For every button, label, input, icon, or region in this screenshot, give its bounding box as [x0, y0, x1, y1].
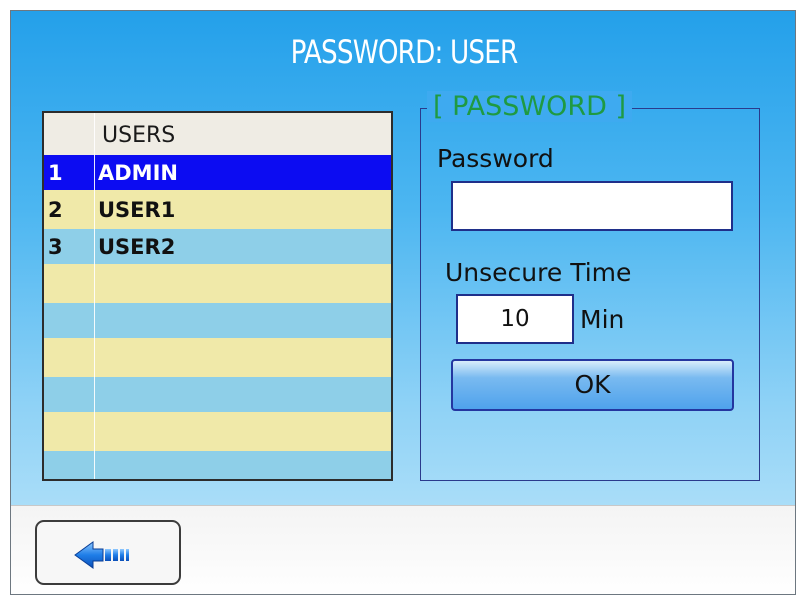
- row-number: 3: [48, 235, 63, 259]
- password-group-legend: [ PASSWORD ]: [427, 91, 633, 122]
- row-user-name: USER1: [98, 198, 176, 222]
- row-user-name: USER2: [98, 235, 176, 259]
- row-user-name: ADMIN: [98, 161, 178, 185]
- column-divider: [94, 113, 95, 479]
- users-table[interactable]: USERS 1 ADMIN 2 USER1 3 USER2: [42, 111, 393, 481]
- empty-table-row[interactable]: [44, 414, 391, 449]
- ok-button[interactable]: OK: [451, 359, 734, 411]
- empty-table-row[interactable]: [44, 377, 391, 412]
- row-number: 1: [48, 161, 63, 185]
- unsecure-time-label: Unsecure Time: [445, 258, 632, 287]
- empty-table-row[interactable]: [44, 340, 391, 375]
- table-row[interactable]: 3 USER2: [44, 229, 391, 264]
- back-arrow-icon: [74, 541, 129, 569]
- users-column-header: USERS: [102, 123, 176, 148]
- table-header: USERS: [44, 113, 391, 155]
- table-row[interactable]: 2 USER1: [44, 192, 391, 227]
- empty-table-row[interactable]: [44, 266, 391, 301]
- bottom-bar: [11, 505, 795, 594]
- main-panel: PASSWORD: USER USERS 1 ADMIN 2 USER1 3 U…: [11, 11, 795, 505]
- table-row[interactable]: 1 ADMIN: [44, 155, 391, 190]
- row-number: 2: [48, 198, 63, 222]
- page-title: PASSWORD: USER: [290, 33, 519, 71]
- empty-table-row[interactable]: [44, 451, 391, 479]
- password-field[interactable]: [451, 181, 733, 231]
- hmi-screen: PASSWORD: USER USERS 1 ADMIN 2 USER1 3 U…: [10, 10, 796, 595]
- minutes-unit-label: Min: [580, 305, 625, 334]
- empty-table-row[interactable]: [44, 303, 391, 338]
- unsecure-time-field[interactable]: 10: [456, 294, 574, 344]
- password-label: Password: [437, 144, 554, 173]
- back-button[interactable]: [35, 520, 181, 585]
